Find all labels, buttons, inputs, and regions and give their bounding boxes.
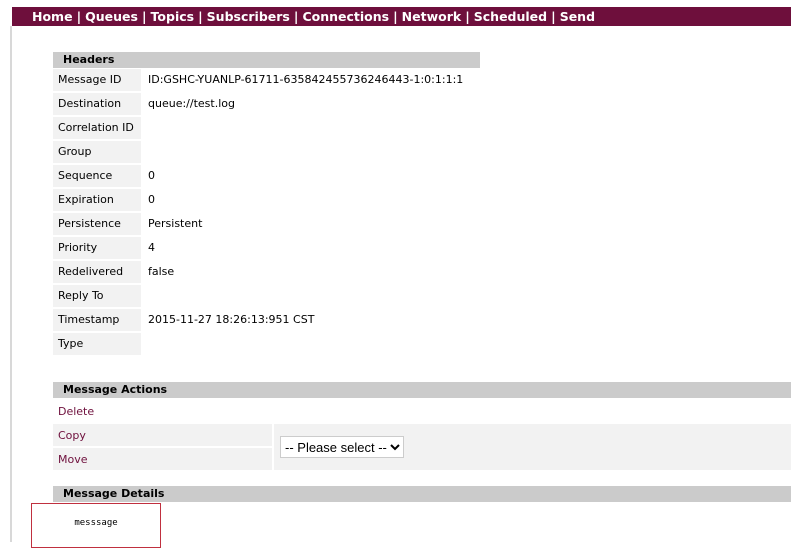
nav-separator: | (198, 9, 203, 24)
delete-link[interactable]: Delete (58, 405, 94, 418)
nav-separator: | (76, 9, 82, 24)
header-label: Destination (53, 93, 141, 115)
copy-link[interactable]: Copy (58, 429, 86, 442)
header-label: Timestamp (53, 309, 141, 331)
header-value: 2015-11-27 18:26:13:951 CST (148, 313, 315, 326)
header-label: Correlation ID (53, 117, 141, 139)
destination-select[interactable]: -- Please select -- (280, 436, 404, 458)
header-value: queue://test.log (148, 97, 235, 110)
nav-connections[interactable]: Connections (302, 9, 389, 24)
header-label: Sequence (53, 165, 141, 187)
message-details-title: Message Details (53, 486, 791, 502)
header-label: Reply To (53, 285, 141, 307)
nav-bar: Home | Queues | Topics | Subscribers | Connectio… (12, 7, 791, 26)
nav-separator: | (141, 9, 147, 24)
nav-network[interactable]: Network (402, 9, 462, 24)
nav-home[interactable]: Home (32, 9, 73, 24)
header-value: ID:GSHC-YUANLP-61711-635842455736246443-… (148, 73, 464, 86)
header-label: Message ID (53, 69, 141, 91)
header-value: 4 (148, 241, 155, 254)
header-label: Persistence (53, 213, 141, 235)
nav-send[interactable]: Send (560, 9, 595, 24)
nav-separator: | (465, 9, 470, 24)
headers-title: Headers (53, 52, 480, 68)
header-label: Expiration (53, 189, 141, 211)
nav-scheduled[interactable]: Scheduled (474, 9, 547, 24)
header-label: Priority (53, 237, 141, 259)
header-value: 0 (148, 193, 155, 206)
page-border (10, 26, 12, 542)
message-body: messsage (31, 503, 161, 548)
nav-separator: | (551, 9, 556, 24)
nav-queues[interactable]: Queues (85, 9, 138, 24)
nav-separator: | (293, 9, 299, 24)
header-value: false (148, 265, 175, 278)
nav-topics[interactable]: Topics (151, 9, 195, 24)
header-label: Redelivered (53, 261, 141, 283)
move-link[interactable]: Move (58, 453, 88, 466)
header-value: 0 (148, 169, 155, 182)
message-actions-title: Message Actions (53, 382, 791, 398)
nav-subscribers[interactable]: Subscribers (207, 9, 290, 24)
header-value: Persistent (148, 217, 203, 230)
header-label: Group (53, 141, 141, 163)
header-label: Type (53, 333, 141, 355)
nav-separator: | (393, 9, 398, 24)
